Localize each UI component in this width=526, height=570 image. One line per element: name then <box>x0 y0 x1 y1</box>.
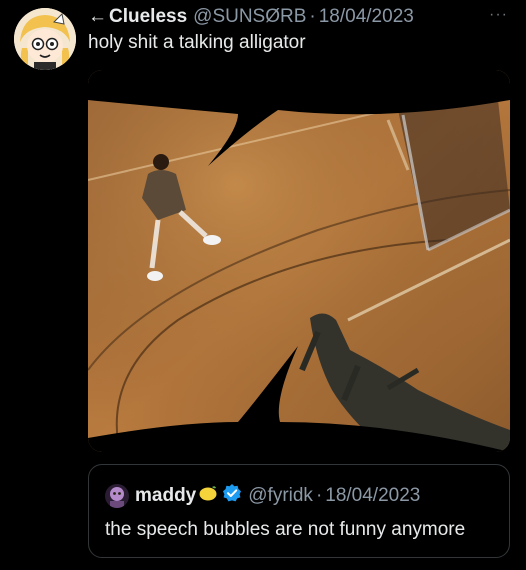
quoted-tweet-date[interactable]: 18/04/2023 <box>325 485 420 507</box>
verified-badge-icon <box>222 483 242 509</box>
author-avatar[interactable] <box>14 8 76 70</box>
quoted-author-handle[interactable]: @fyridk <box>248 485 313 507</box>
author-handle[interactable]: @SUNSØRB <box>193 6 306 28</box>
arrow-left-icon[interactable]: ← <box>88 6 107 28</box>
quoted-tweet[interactable]: maddy @fyridk · 18/04/2023 the speech bu… <box>88 464 510 558</box>
quoted-author-name[interactable]: maddy <box>135 485 196 507</box>
tweet: ← Clueless @SUNSØRB · 18/04/2023 ··· hol… <box>0 0 526 570</box>
separator-dot: · <box>309 6 316 27</box>
tweet-date[interactable]: 18/04/2023 <box>319 6 414 28</box>
quoted-tweet-text: the speech bubbles are not funny anymore <box>105 519 466 540</box>
author-name[interactable]: Clueless <box>109 6 187 28</box>
lemon-icon <box>198 484 218 508</box>
tweet-media-image[interactable] <box>88 70 510 452</box>
more-horizontal-icon[interactable]: ··· <box>489 6 508 24</box>
tweet-header: ← Clueless @SUNSØRB · 18/04/2023 <box>88 6 510 28</box>
quoted-separator-dot: · <box>315 485 323 506</box>
quoted-tweet-header: maddy @fyridk · 18/04/2023 <box>105 483 420 509</box>
quoted-author-avatar[interactable] <box>105 484 129 508</box>
tweet-text: holy shit a talking alligator <box>88 32 306 53</box>
